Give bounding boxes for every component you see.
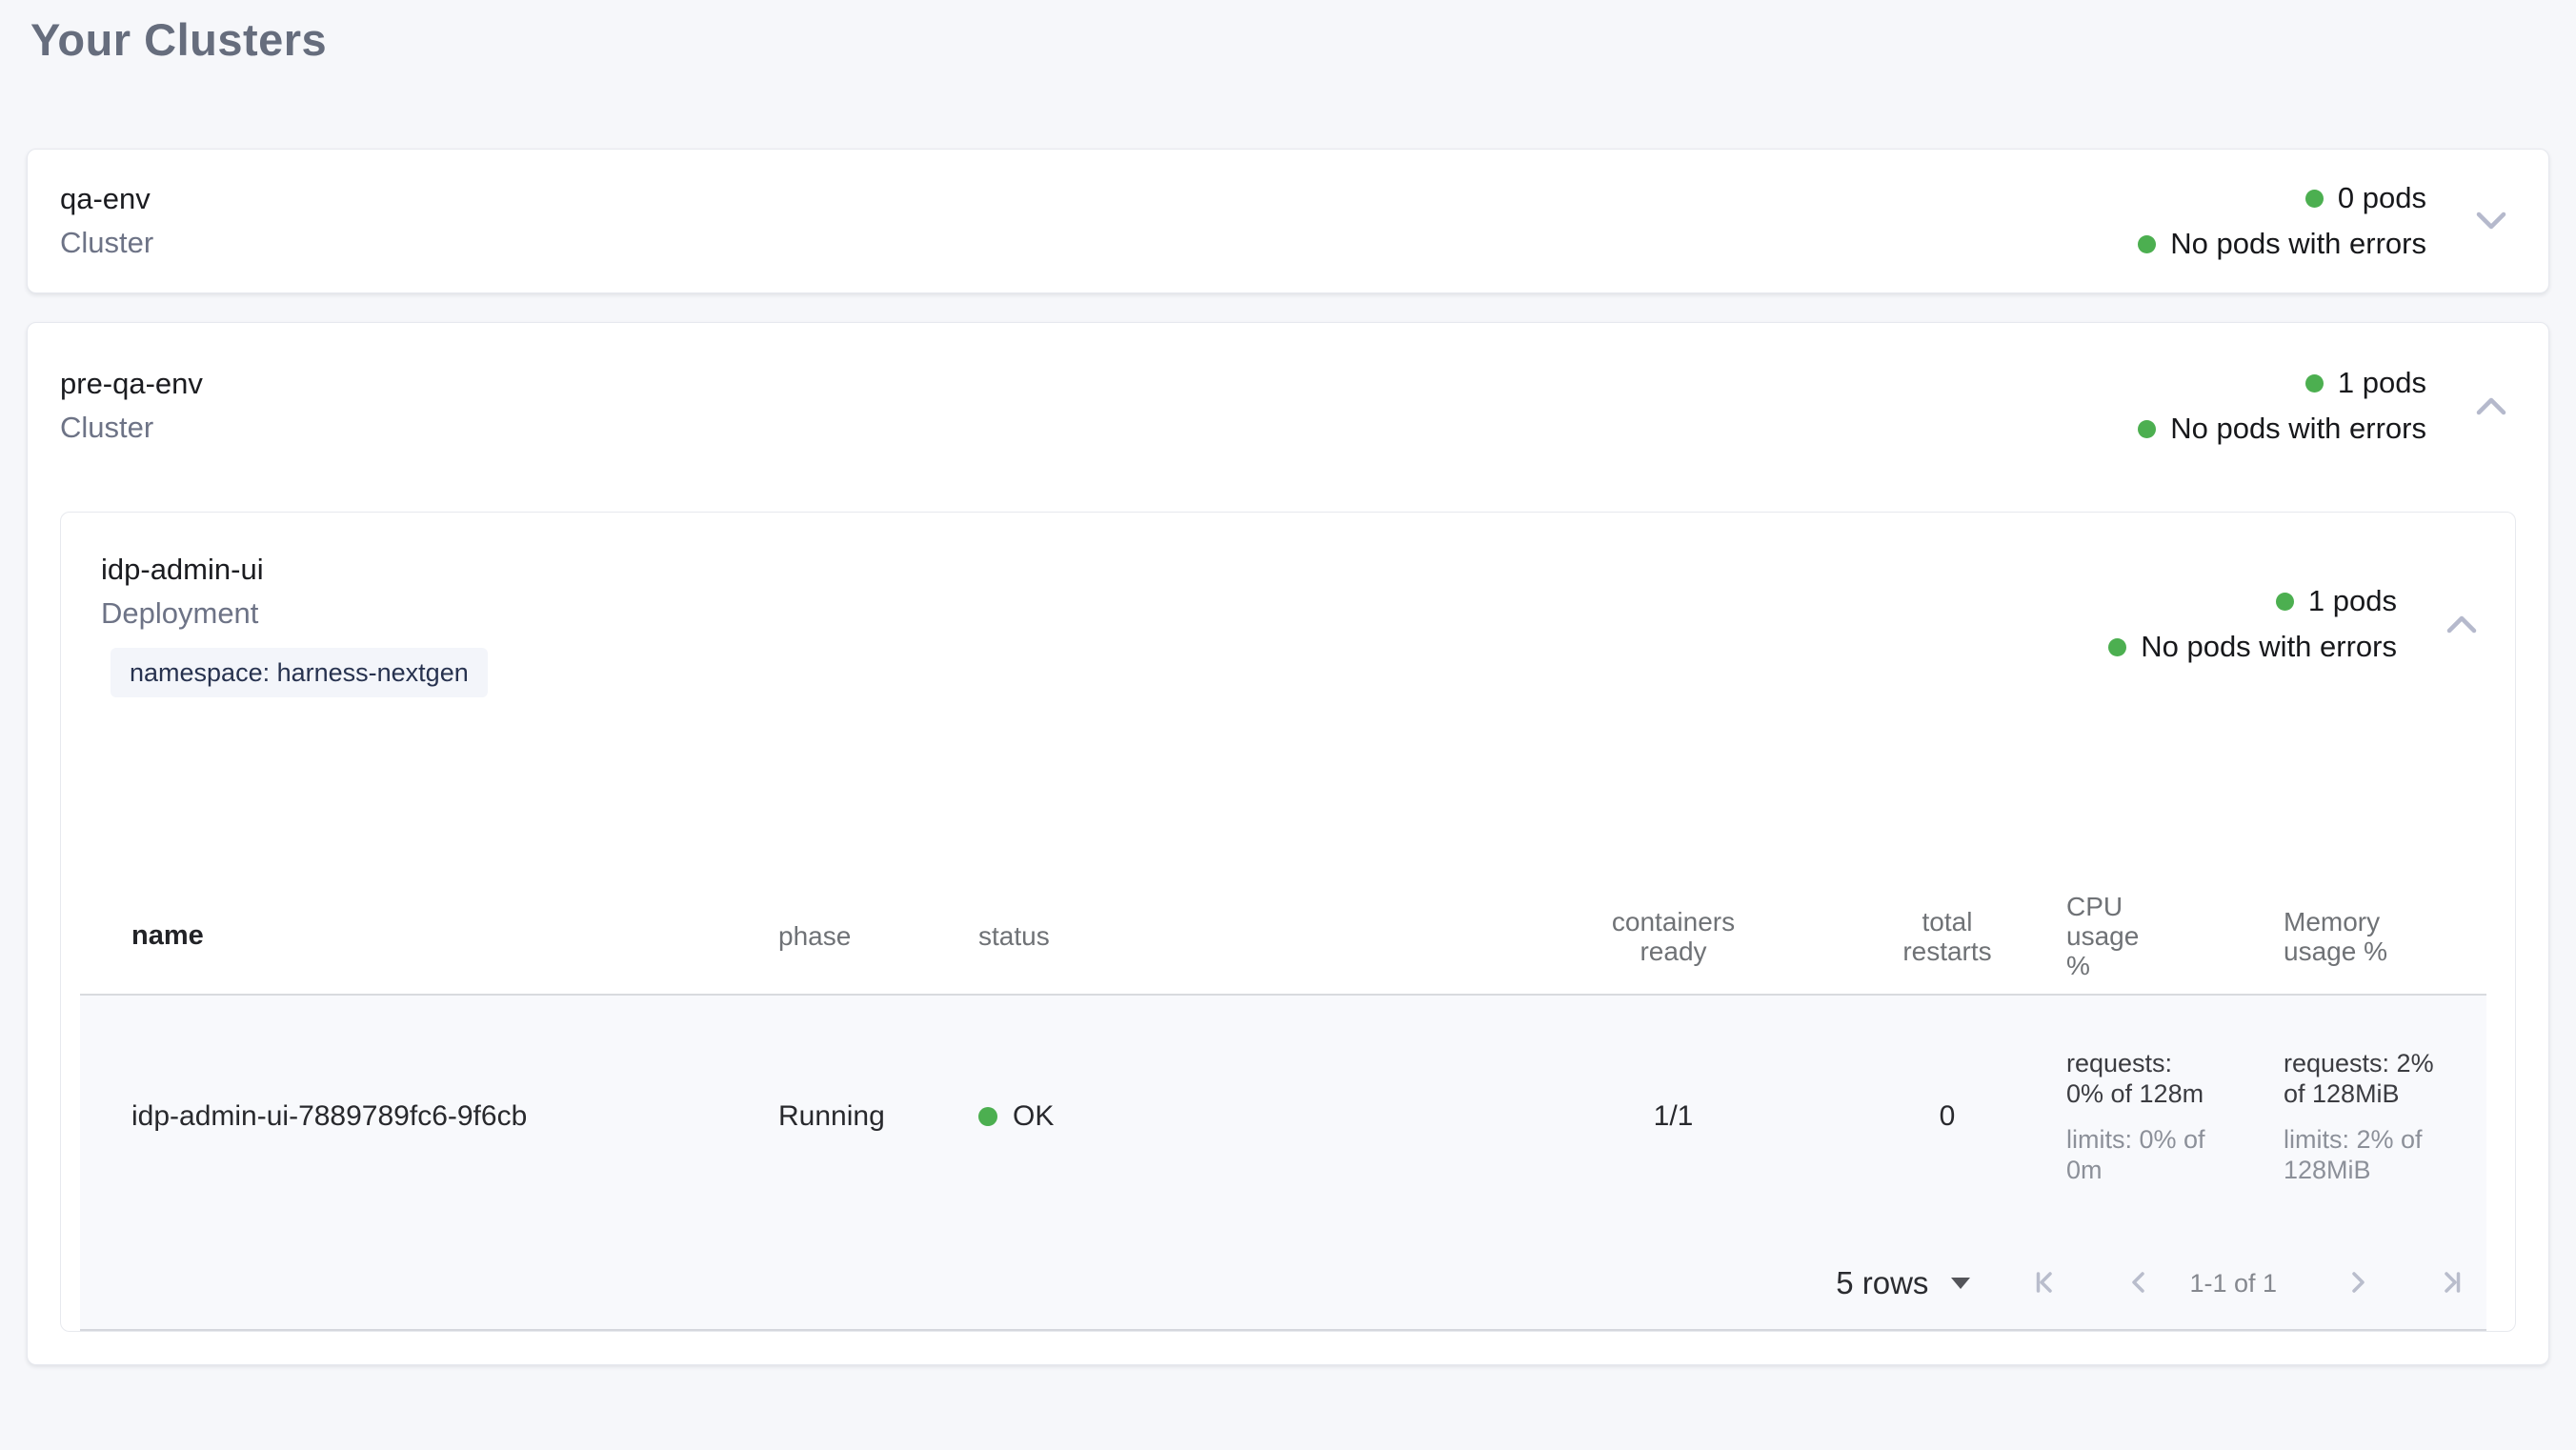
previous-page-button[interactable] — [2123, 1266, 2157, 1300]
first-page-button[interactable] — [2029, 1266, 2063, 1300]
pods-count-status: 0 pods — [2305, 181, 2426, 215]
pod-memory-usage-cell: requests: 2% of 128MiB limits: 2% of 128… — [2274, 995, 2486, 1238]
pods-count-label: 0 pods — [2338, 181, 2426, 215]
last-page-icon — [2435, 1267, 2465, 1300]
pod-name-cell: idp-admin-ui-7889789fc6-9f6cb — [80, 995, 752, 1238]
pod-cpu-usage-cell: requests: 0% of 128m limits: 0% of 0m — [2057, 995, 2274, 1238]
cluster-status-block: 0 pods No pods with errors — [2138, 181, 2426, 261]
column-header-memory-usage[interactable]: Memory usage % — [2274, 876, 2486, 995]
page-title: Your Clusters — [30, 13, 2549, 67]
deployment-titles: idp-admin-ui Deployment namespace: harne… — [101, 551, 2108, 697]
next-page-button[interactable] — [2340, 1266, 2374, 1300]
collapse-deployment-button[interactable] — [2441, 603, 2483, 645]
first-page-icon — [2031, 1267, 2062, 1300]
expand-cluster-button[interactable] — [2470, 200, 2512, 242]
pods-errors-ok-dot — [2138, 420, 2156, 438]
cluster-titles: qa-env Cluster — [60, 180, 2138, 262]
chevron-left-icon — [2124, 1267, 2155, 1300]
pods-errors-status: No pods with errors — [2108, 630, 2397, 664]
table-row-pod: idp-admin-ui-7889789fc6-9f6cb Running OK… — [80, 995, 2486, 1238]
pod-total-restarts-cell: 0 — [1838, 995, 2057, 1238]
column-header-status[interactable]: status — [952, 876, 1509, 995]
deployment-header[interactable]: idp-admin-ui Deployment namespace: harne… — [101, 551, 2486, 697]
chevron-up-icon — [2473, 393, 2509, 418]
deployment-name: idp-admin-ui — [101, 551, 2108, 589]
namespace-chip: namespace: harness-nextgen — [111, 648, 488, 697]
cluster-titles: pre-qa-env Cluster — [60, 365, 2138, 447]
memory-requests: requests: 2% of 128MiB — [2284, 1048, 2440, 1109]
collapse-cluster-button[interactable] — [2470, 385, 2512, 427]
column-header-phase[interactable]: phase — [752, 876, 952, 995]
pods-errors-status: No pods with errors — [2138, 412, 2426, 446]
rows-per-page-select[interactable]: 5 rows — [1836, 1265, 1970, 1301]
pod-status-cell: OK — [952, 995, 1509, 1238]
pods-ok-dot — [2305, 374, 2324, 393]
cluster-header-qa-env[interactable]: qa-env Cluster 0 pods No pods with error… — [60, 180, 2516, 262]
cluster-type: Cluster — [60, 224, 2138, 262]
pods-errors-label: No pods with errors — [2170, 227, 2426, 261]
pods-errors-label: No pods with errors — [2170, 412, 2426, 446]
cluster-type: Cluster — [60, 409, 2138, 447]
pods-count-status: 1 pods — [2276, 584, 2397, 618]
column-header-cpu-usage[interactable]: CPU usage % — [2057, 876, 2274, 995]
deployment-type: Deployment — [101, 594, 2108, 633]
cluster-name: qa-env — [60, 180, 2138, 218]
cluster-card-qa-env: qa-env Cluster 0 pods No pods with error… — [27, 149, 2549, 293]
status-ok-dot — [978, 1107, 997, 1126]
rows-per-page-value: 5 rows — [1836, 1265, 1928, 1301]
pods-errors-status: No pods with errors — [2138, 227, 2426, 261]
chevron-right-icon — [2342, 1267, 2372, 1300]
column-header-name[interactable]: name — [80, 876, 752, 995]
caret-down-icon — [1951, 1278, 1970, 1289]
your-clusters-page: Your Clusters qa-env Cluster 0 pods No p… — [0, 0, 2576, 1365]
table-header-row: name phase status containers ready total… — [80, 876, 2486, 995]
cluster-header-pre-qa-env[interactable]: pre-qa-env Cluster 1 pods No pods with e… — [60, 365, 2516, 447]
pagination-range-label: 1-1 of 1 — [2189, 1269, 2277, 1299]
status-ok-label: OK — [1013, 1100, 1054, 1133]
pods-count-label: 1 pods — [2338, 366, 2426, 400]
pod-phase-cell: Running — [752, 995, 952, 1238]
memory-limits: limits: 2% of 128MiB — [2284, 1124, 2440, 1185]
pods-errors-ok-dot — [2138, 235, 2156, 253]
pods-ok-dot — [2305, 190, 2324, 208]
pods-table: name phase status containers ready total… — [80, 876, 2486, 1331]
pods-errors-label: No pods with errors — [2141, 630, 2397, 664]
chevron-down-icon — [2473, 209, 2509, 233]
deployment-status-block: 1 pods No pods with errors — [2108, 584, 2397, 664]
cpu-requests: requests: 0% of 128m — [2066, 1048, 2211, 1109]
cluster-status-block: 1 pods No pods with errors — [2138, 366, 2426, 446]
cluster-name: pre-qa-env — [60, 365, 2138, 403]
cpu-limits: limits: 0% of 0m — [2066, 1124, 2211, 1185]
pod-containers-ready-cell: 1/1 — [1509, 995, 1838, 1238]
chevron-up-icon — [2444, 612, 2480, 636]
last-page-button[interactable] — [2433, 1266, 2467, 1300]
column-header-containers-ready[interactable]: containers ready — [1509, 876, 1838, 995]
pods-count-status: 1 pods — [2305, 366, 2426, 400]
pods-count-label: 1 pods — [2308, 584, 2397, 618]
column-header-total-restarts[interactable]: total restarts — [1838, 876, 2057, 995]
pods-errors-ok-dot — [2108, 638, 2126, 656]
table-pagination: 5 rows — [80, 1238, 2486, 1329]
cluster-card-pre-qa-env: pre-qa-env Cluster 1 pods No pods with e… — [27, 322, 2549, 1365]
deployment-card-idp-admin-ui: idp-admin-ui Deployment namespace: harne… — [60, 512, 2516, 1332]
pods-ok-dot — [2276, 593, 2294, 611]
